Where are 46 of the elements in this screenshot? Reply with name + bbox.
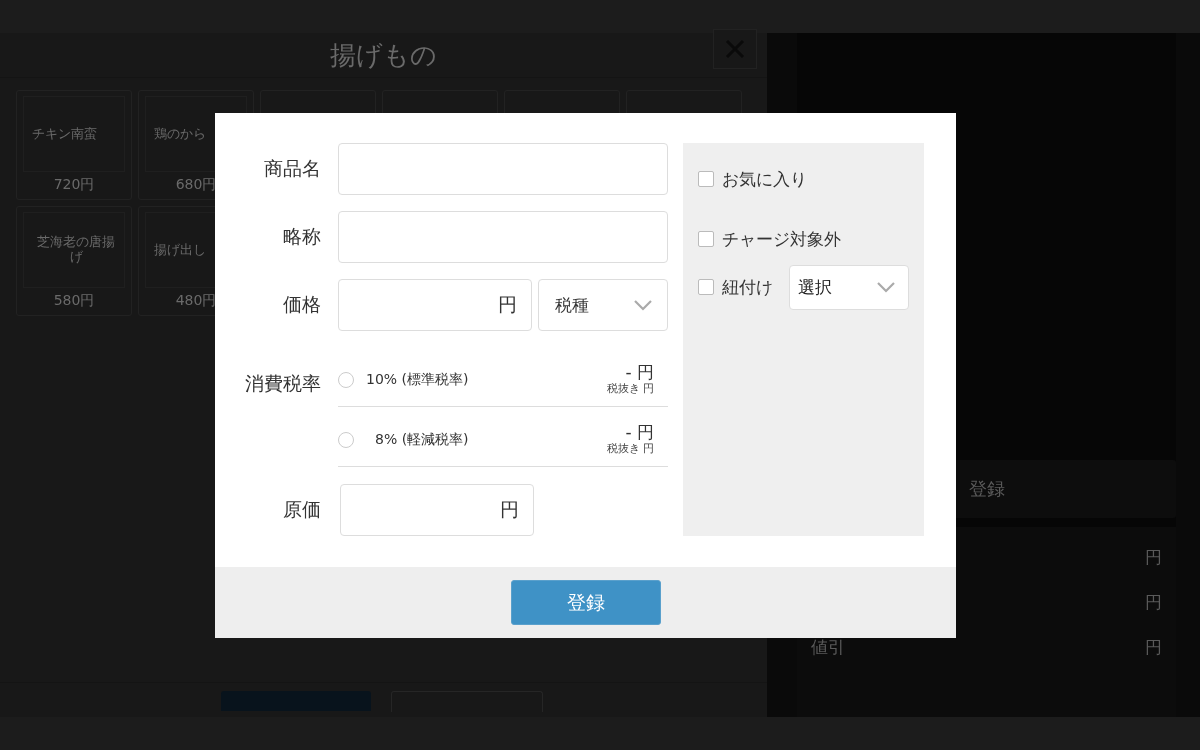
input-field[interactable] (338, 211, 668, 263)
product-tile[interactable]: チキン南蛮 720円 (16, 90, 132, 200)
register-button[interactable]: 登録 (510, 580, 661, 625)
category-title: 揚げもの (330, 38, 437, 72)
product-name: 芝海老の唐揚げ (36, 235, 116, 265)
checkbox[interactable] (698, 171, 714, 187)
select-value: 税種 (555, 293, 589, 317)
chevron-down-icon (633, 299, 653, 311)
chevron-down-icon (876, 281, 896, 293)
product-price: 480円 (175, 292, 217, 310)
product-price: 720円 (53, 176, 95, 194)
unit-label: 円 (500, 497, 519, 522)
tax-rate-label: 10% (標準税率) (366, 370, 470, 389)
field-label: 原価 (282, 497, 322, 522)
checkbox-label: チャージ対象外 (722, 227, 841, 251)
input-field[interactable] (338, 143, 668, 195)
select-value: 選択 (798, 275, 832, 299)
tax-excluded-note: 税抜き 円 (606, 381, 654, 397)
product-name: 鶏のから (154, 126, 206, 142)
checkbox[interactable] (698, 279, 714, 295)
tax-type-select[interactable]: 税種 (538, 279, 668, 331)
summary-value: 円 (1145, 591, 1162, 614)
field-label: 消費税率 (244, 371, 322, 396)
cost-field[interactable]: 円 (340, 484, 534, 536)
summary-value: 円 (1145, 546, 1162, 569)
field-label: 価格 (282, 292, 322, 317)
field-label: 商品名 (263, 156, 322, 181)
product-tile[interactable]: 芝海老の唐揚げ 580円 (16, 206, 132, 316)
checkbox-label: 紐付け (722, 275, 773, 299)
summary-label: 値引 (811, 636, 845, 659)
unit-label: 円 (498, 292, 517, 317)
product-price: 680円 (175, 176, 217, 194)
tax-excluded-note: 税抜き 円 (606, 441, 654, 457)
summary-value: 円 (1145, 636, 1162, 659)
tax-rate-label: 8% (軽減税率) (374, 430, 470, 449)
product-name: 揚げ出し (154, 242, 206, 258)
tax-amount: - 円 (625, 362, 654, 382)
product-price: 580円 (53, 292, 95, 310)
checkbox[interactable] (698, 231, 714, 247)
price-field[interactable]: 円 (338, 279, 532, 331)
close-button[interactable] (713, 29, 757, 69)
tax-amount: - 円 (625, 422, 654, 442)
checkbox-label: お気に入り (722, 167, 807, 191)
field-label: 略称 (282, 224, 322, 249)
product-name: チキン南蛮 (32, 126, 97, 142)
link-select[interactable]: 選択 (789, 264, 909, 310)
